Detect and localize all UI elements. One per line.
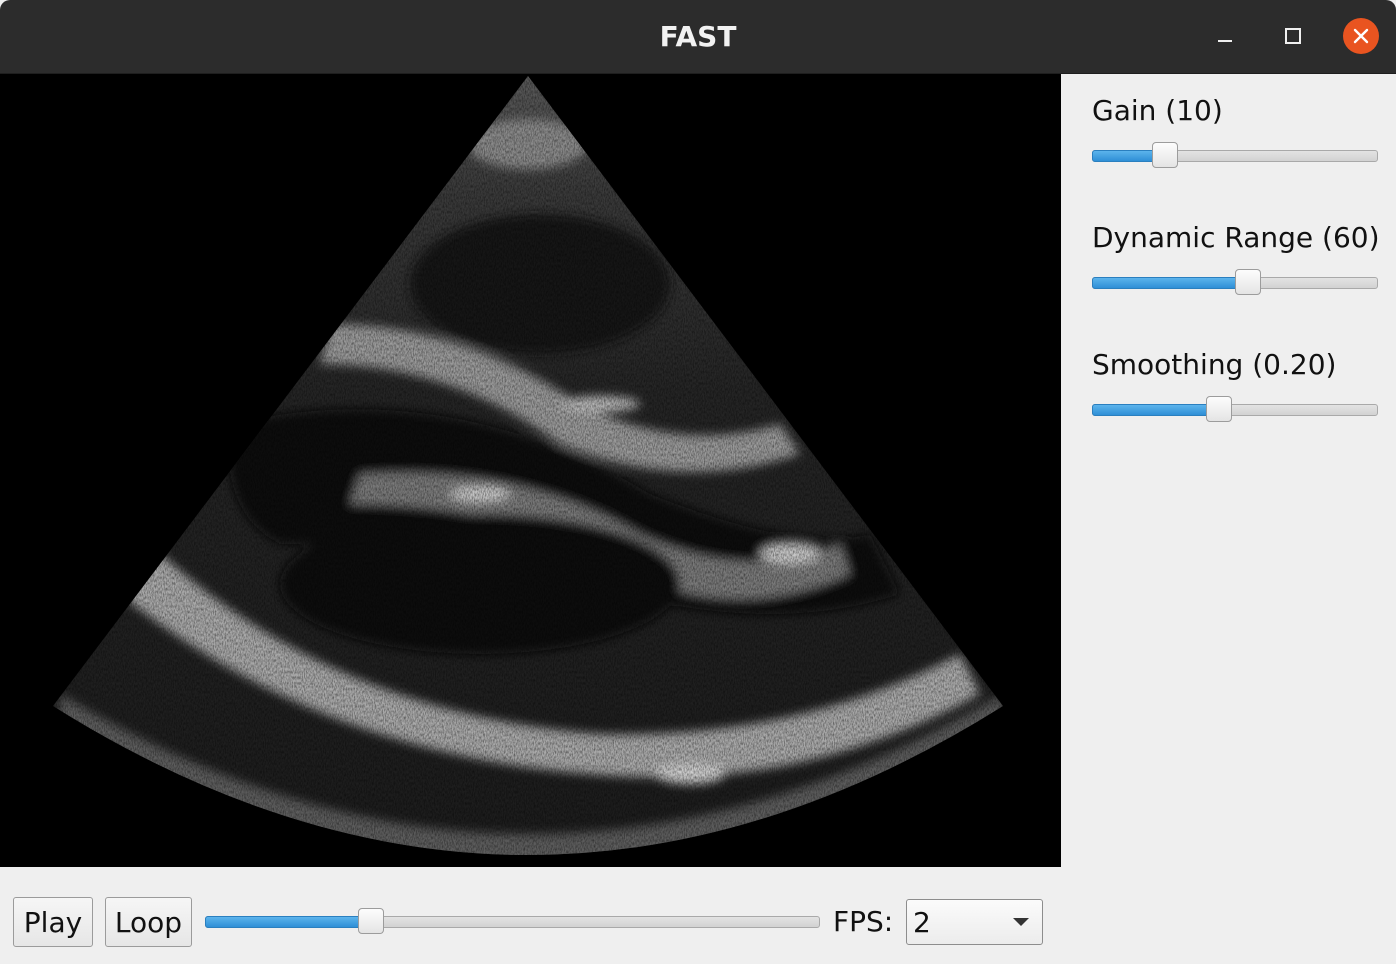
fps-select-value: 2	[913, 906, 931, 939]
window-title: FAST	[659, 20, 737, 53]
frame-slider[interactable]	[205, 908, 820, 934]
smoothing-label: Smoothing (0.20)	[1092, 348, 1337, 381]
maximize-icon	[1285, 28, 1301, 44]
ultrasound-image	[53, 76, 1003, 855]
maximize-button[interactable]	[1276, 19, 1310, 53]
gain-label: Gain (10)	[1092, 94, 1223, 127]
dynamic-range-slider-handle[interactable]	[1235, 269, 1261, 295]
gain-slider[interactable]	[1092, 142, 1378, 168]
dynamic-range-slider-fill	[1092, 277, 1250, 289]
dynamic-range-label: Dynamic Range (60)	[1092, 221, 1380, 254]
gain-slider-handle[interactable]	[1151, 142, 1178, 168]
minimize-icon	[1218, 40, 1232, 42]
minimize-button[interactable]	[1208, 19, 1242, 53]
close-button[interactable]	[1343, 18, 1379, 54]
smoothing-slider[interactable]	[1092, 396, 1378, 422]
title-bar: FAST	[0, 0, 1396, 74]
dynamic-range-slider[interactable]	[1092, 269, 1378, 295]
fps-select[interactable]: 2	[906, 899, 1043, 945]
smoothing-slider-handle[interactable]	[1206, 396, 1233, 422]
play-button[interactable]: Play	[13, 897, 93, 947]
fps-label: FPS:	[833, 905, 894, 938]
smoothing-slider-fill	[1092, 404, 1222, 416]
image-viewport[interactable]	[0, 74, 1061, 867]
parameters-panel: Gain (10) Dynamic Range (60) Smoothing (…	[1061, 74, 1396, 964]
loop-button[interactable]: Loop	[105, 897, 192, 947]
frame-slider-fill	[205, 916, 374, 928]
chevron-down-icon	[1013, 918, 1029, 926]
frame-slider-handle[interactable]	[358, 908, 385, 934]
close-icon	[1353, 28, 1369, 44]
